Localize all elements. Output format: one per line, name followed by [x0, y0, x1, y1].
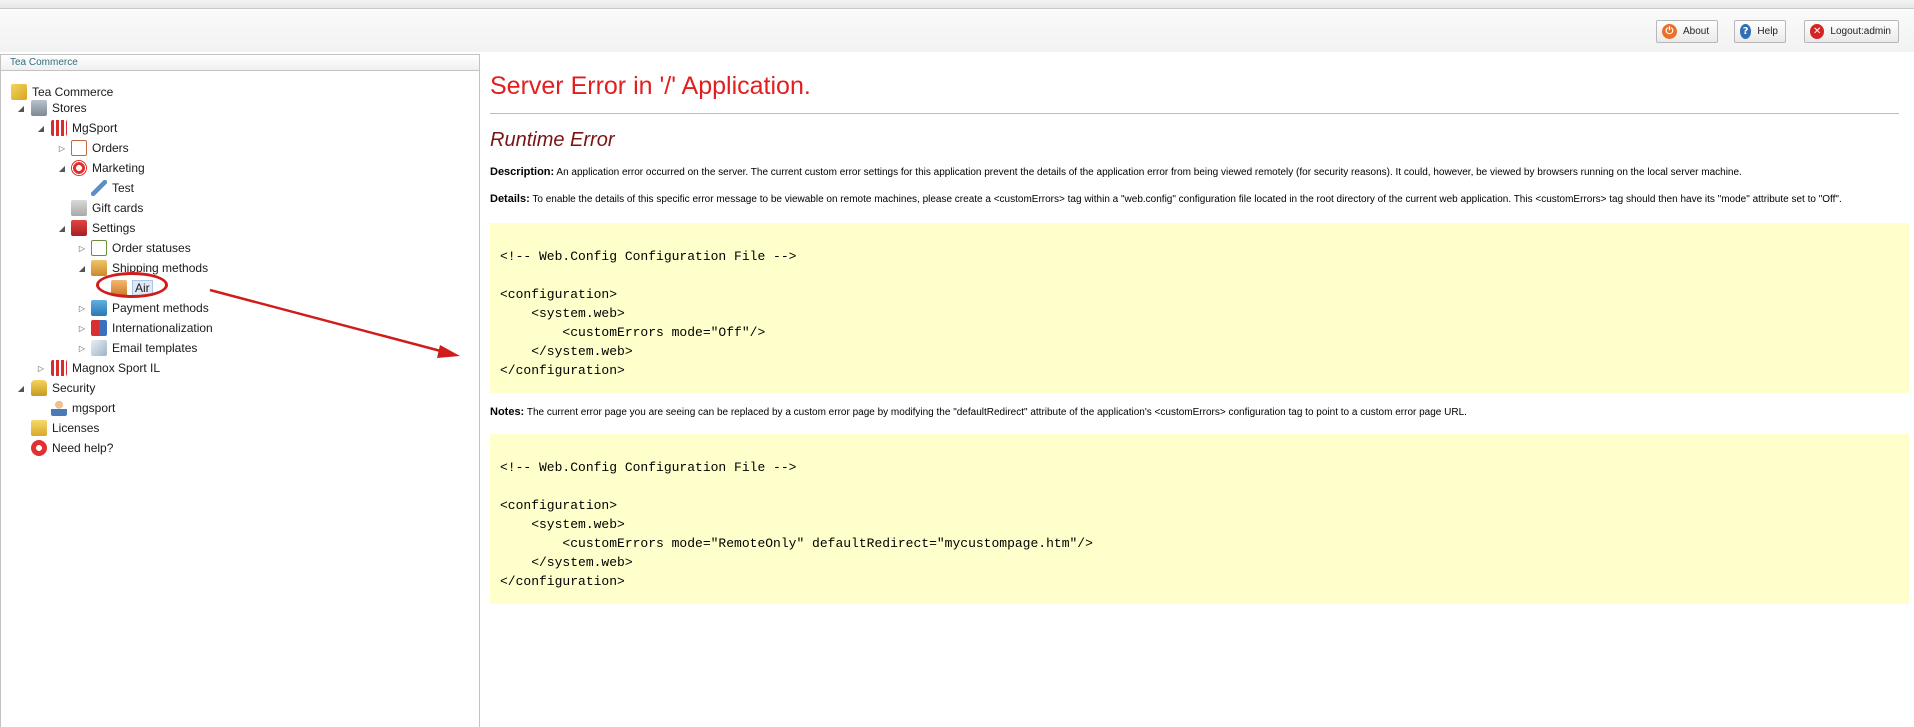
user-icon — [51, 400, 67, 416]
collapse-triangle-icon[interactable]: ◢ — [36, 123, 46, 133]
checklist-icon — [91, 240, 107, 256]
tree-node-internationalization[interactable]: Internationalization — [91, 319, 213, 337]
error-title: Server Error in '/' Application. — [490, 72, 811, 100]
notes-label: Notes: — [490, 406, 525, 418]
tree-node-stores[interactable]: Stores — [31, 99, 87, 117]
tree-node-label: Order statuses — [112, 241, 191, 255]
help-label: Help — [1757, 26, 1778, 37]
expand-triangle-icon[interactable]: ▷ — [77, 323, 87, 333]
tree-node-orders[interactable]: Orders — [71, 139, 129, 157]
tree-node-mgsport-user[interactable]: mgsport — [51, 399, 115, 417]
code-block-config-remote: <!-- Web.Config Configuration File --> <… — [490, 434, 1909, 604]
description-label: Description: — [490, 166, 555, 178]
tree-node-licenses[interactable]: Licenses — [31, 419, 99, 437]
collapse-triangle-icon[interactable]: ◢ — [57, 223, 67, 233]
expand-triangle-icon[interactable]: ▷ — [57, 143, 67, 153]
collapse-triangle-icon[interactable]: ◢ — [57, 163, 67, 173]
expand-triangle-icon[interactable]: ▷ — [77, 303, 87, 313]
tree-node-label: mgsport — [72, 401, 116, 415]
lifebuoy-icon — [31, 440, 47, 456]
tree-node-marketing[interactable]: Marketing — [71, 159, 145, 177]
expand-triangle-icon[interactable]: ▷ — [36, 363, 46, 373]
description-text: An application error occurred on the ser… — [556, 167, 1742, 178]
tree-node-label: Stores — [52, 101, 87, 115]
clipboard-icon — [71, 140, 87, 156]
tree-panel: Tea Commerce Tea Commerce ◢ Stores ◢ MgS… — [0, 54, 480, 727]
error-subtitle: Runtime Error — [490, 129, 615, 151]
tree-node-settings[interactable]: Settings — [71, 219, 135, 237]
logout-label: Logout:admin — [1830, 26, 1891, 37]
tree-node-label: Test — [112, 181, 135, 195]
expand-triangle-icon[interactable]: ▷ — [77, 343, 87, 353]
notes-text: The current error page you are seeing ca… — [526, 407, 1467, 418]
link-icon — [91, 180, 107, 196]
tree-node-label: Email templates — [112, 341, 198, 355]
annotation-ellipse — [96, 272, 168, 298]
store-icon — [51, 360, 67, 376]
collapse-triangle-icon[interactable]: ◢ — [16, 383, 26, 393]
expand-triangle-icon[interactable]: ▷ — [77, 243, 87, 253]
tree-node-magnox-sport[interactable]: Magnox Sport IL — [51, 359, 160, 377]
tree-node-need-help[interactable]: Need help? — [31, 439, 113, 457]
tree-node-label: Tea Commerce — [32, 85, 114, 99]
truck-icon — [91, 260, 107, 276]
details-paragraph: Details: To enable the details of this s… — [490, 192, 1890, 207]
store-icon — [51, 120, 67, 136]
tree-node-test[interactable]: Test — [91, 179, 134, 197]
logout-button[interactable]: ✕ Logout:admin — [1804, 20, 1899, 43]
flags-icon — [91, 320, 107, 336]
tree-node-email-templates[interactable]: Email templates — [91, 339, 197, 357]
folder-icon — [11, 84, 27, 100]
power-icon: ⏻ — [1662, 24, 1677, 39]
tree-node-label: MgSport — [72, 121, 118, 135]
details-label: Details: — [490, 193, 530, 205]
about-button[interactable]: ⏻ About — [1656, 20, 1718, 43]
tree-node-label: Security — [52, 381, 96, 395]
tree-node-security[interactable]: Security — [31, 379, 95, 397]
toolbox-icon — [71, 220, 87, 236]
target-icon — [71, 160, 87, 176]
tree-node-label: Payment methods — [112, 301, 209, 315]
payment-card-icon — [91, 300, 107, 316]
help-button[interactable]: ? Help — [1734, 20, 1786, 43]
app-header — [0, 10, 1914, 52]
license-icon — [31, 420, 47, 436]
tree-node-label: Gift cards — [92, 201, 144, 215]
tree-node-label: Need help? — [52, 441, 114, 455]
collapse-triangle-icon[interactable]: ◢ — [16, 103, 26, 113]
tree-node-label: Settings — [92, 221, 136, 235]
building-icon — [31, 100, 47, 116]
lock-icon — [31, 380, 47, 396]
tree-node-label: Licenses — [52, 421, 100, 435]
card-icon — [71, 200, 87, 216]
email-icon — [91, 340, 107, 356]
tree-node-mgsport[interactable]: MgSport — [51, 119, 117, 137]
tree-node-order-statuses[interactable]: Order statuses — [91, 239, 191, 257]
question-icon: ? — [1740, 24, 1752, 39]
tree-node-label: Marketing — [92, 161, 145, 175]
tree-node-gift-cards[interactable]: Gift cards — [71, 199, 143, 217]
tree-node-label: Internationalization — [112, 321, 213, 335]
tree-node-label: Orders — [92, 141, 129, 155]
tree-node-payment-methods[interactable]: Payment methods — [91, 299, 209, 317]
about-label: About — [1683, 26, 1710, 37]
divider — [490, 113, 1899, 114]
details-text: To enable the details of this specific e… — [532, 194, 1842, 205]
close-icon: ✕ — [1810, 24, 1825, 39]
notes-paragraph: Notes: The current error page you are se… — [490, 405, 1890, 420]
description-paragraph: Description: An application error occurr… — [490, 165, 1890, 180]
error-page: Server Error in '/' Application. Runtime… — [481, 54, 1914, 727]
tree-panel-title: Tea Commerce — [1, 55, 479, 71]
collapse-triangle-icon[interactable]: ◢ — [77, 263, 87, 273]
browser-top-strip — [0, 0, 1914, 9]
tree-node-label: Magnox Sport IL — [72, 361, 161, 375]
code-block-config-off: <!-- Web.Config Configuration File --> <… — [490, 223, 1909, 393]
